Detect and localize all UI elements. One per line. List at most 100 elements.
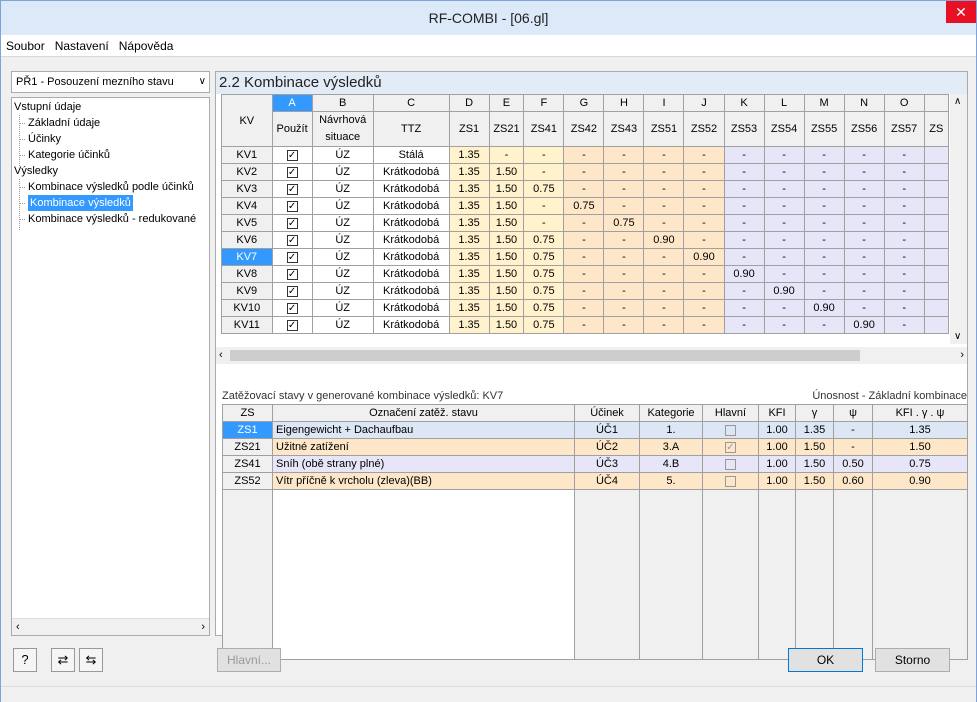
factor-cell[interactable]: - [603,248,645,266]
row-kv-label[interactable]: KV1 [221,146,273,164]
row-kv-label[interactable]: KV2 [221,163,273,181]
factor-cell[interactable]: - [883,146,925,164]
factor-cell[interactable]: - [683,180,725,198]
pouzit-checkbox[interactable]: ✓ [271,231,313,249]
pouzit-checkbox[interactable]: ✓ [271,282,313,300]
factor-cell[interactable]: - [683,282,725,300]
factor-cell[interactable]: - [883,214,925,232]
tree-item-vysledky[interactable]: Výsledky [14,163,58,179]
grid-vscrollbar[interactable]: ∧ ∨ [950,94,967,344]
col-letter-a[interactable]: A [271,94,313,112]
hlavni-checkbox[interactable] [702,421,759,439]
loadcase-row[interactable]: ZS1 Eigengewicht + Dachaufbau ÚČ1 1. 1.00 1.3… [222,421,968,439]
row-kv-label[interactable]: KV6 [221,231,273,249]
grid-row[interactable]: KV6 ✓ ÚZ Krátkodobá 1.35 1.50 0.75- -0.90- - - - - - [221,231,950,249]
factor-cell[interactable]: - [763,146,805,164]
factor-cell[interactable]: - [883,197,925,215]
factor-cell[interactable]: 1.35 [448,214,490,232]
factor-cell[interactable]: - [563,146,605,164]
col-letter-l[interactable]: L [763,94,805,112]
factor-cell[interactable]: 0.90 [803,299,845,317]
factor-cell[interactable]: - [563,180,605,198]
ttz-cell[interactable]: Krátkodobá [372,180,450,198]
factor-cell[interactable] [923,316,950,334]
factor-cell[interactable]: 0.90 [843,316,885,334]
factor-cell[interactable]: - [723,180,765,198]
factor-cell[interactable]: 0.75 [523,248,565,266]
tree-item-kategorie[interactable]: Kategorie účinků [28,147,110,163]
scroll-thumb[interactable] [230,350,860,361]
factor-cell[interactable]: 0.90 [683,248,725,266]
factor-cell[interactable]: - [723,197,765,215]
pouzit-checkbox[interactable]: ✓ [271,163,313,181]
export-button[interactable]: ⇄ [51,648,75,672]
factor-cell[interactable]: 1.50 [488,231,525,249]
col-letter-f[interactable]: F [523,94,565,112]
factor-cell[interactable]: - [723,248,765,266]
factor-cell[interactable]: 1.50 [488,180,525,198]
factor-cell[interactable]: - [643,163,685,181]
grid-row[interactable]: KV9 ✓ ÚZ Krátkodobá 1.35 1.50 0.75- - - - -0.90- - - [221,282,950,300]
tree-item-ucinky[interactable]: Účinky [28,131,61,147]
loadcase-id[interactable]: ZS21 [222,438,273,456]
factor-cell[interactable]: - [683,265,725,283]
navrhova-situace-cell[interactable]: ÚZ [311,299,374,317]
grid-row[interactable]: KV11 ✓ ÚZ Krátkodobá 1.35 1.50 0.75- - - - - - -0.90… [221,316,950,334]
navrhova-situace-cell[interactable]: ÚZ [311,146,374,164]
factor-cell[interactable]: 1.35 [448,248,490,266]
factor-cell[interactable]: - [643,180,685,198]
factor-cell[interactable]: - [643,265,685,283]
factor-cell[interactable]: - [723,163,765,181]
factor-cell[interactable]: - [763,197,805,215]
factor-cell[interactable]: 1.50 [488,214,525,232]
pouzit-checkbox[interactable]: ✓ [271,214,313,232]
loadcase-row[interactable]: ZS41 Sníh (obě strany plné) ÚČ3 4.B 1.00 1.50… [222,455,968,473]
factor-cell[interactable]: 0.75 [523,231,565,249]
factor-cell[interactable]: - [763,265,805,283]
grid-row[interactable]: KV3 ✓ ÚZ Krátkodobá 1.35 1.50 0.75- - - - - - - - - [221,180,950,198]
factor-cell[interactable]: - [723,231,765,249]
factor-cell[interactable]: 1.35 [448,316,490,334]
factor-cell[interactable]: - [603,316,645,334]
navrhova-situace-cell[interactable]: ÚZ [311,265,374,283]
navrhova-situace-cell[interactable]: ÚZ [311,214,374,232]
factor-cell[interactable]: - [523,214,565,232]
scroll-left-icon[interactable]: ‹ [219,349,223,361]
row-kv-label[interactable]: KV9 [221,282,273,300]
scroll-left-icon[interactable]: ‹ [16,619,20,635]
factor-cell[interactable]: - [523,163,565,181]
col-letter-h[interactable]: H [603,94,645,112]
col-letter-n[interactable]: N [843,94,885,112]
factor-cell[interactable]: - [883,316,925,334]
menu-nastaveni[interactable]: Nastavení [50,35,114,57]
factor-cell[interactable] [923,214,950,232]
factor-cell[interactable]: 1.35 [448,299,490,317]
factor-cell[interactable]: - [488,146,525,164]
pouzit-checkbox[interactable]: ✓ [271,265,313,283]
ttz-cell[interactable]: Krátkodobá [372,248,450,266]
factor-cell[interactable]: - [563,248,605,266]
navrhova-situace-cell[interactable]: ÚZ [311,316,374,334]
ok-button[interactable]: OK [788,648,863,672]
ttz-cell[interactable]: Krátkodobá [372,299,450,317]
factor-cell[interactable]: - [803,316,845,334]
navrhova-situace-cell[interactable]: ÚZ [311,282,374,300]
factor-cell[interactable]: - [883,163,925,181]
factor-cell[interactable]: 1.35 [448,197,490,215]
factor-cell[interactable]: 1.50 [488,299,525,317]
factor-cell[interactable]: - [803,180,845,198]
row-kv-label[interactable]: KV11 [221,316,273,334]
grid-row[interactable]: KV1 ✓ ÚZ Stálá 1.35- - - - - - - - - - - [221,146,950,164]
loadcase-row[interactable]: ZS21 Užitné zatížení ÚČ2 3.A ✓ 1.00 1.50-1.50 [222,438,968,456]
loadcase-row[interactable]: ZS52 Vítr příčně k vrcholu (zleva)(BB) ÚČ4… [222,472,968,490]
factor-cell[interactable]: - [643,316,685,334]
row-kv-label[interactable]: KV10 [221,299,273,317]
pouzit-checkbox[interactable]: ✓ [271,197,313,215]
col-letter-i[interactable]: I [643,94,685,112]
factor-cell[interactable]: - [803,282,845,300]
navrhova-situace-cell[interactable]: ÚZ [311,231,374,249]
grid-row[interactable]: KV10 ✓ ÚZ Krátkodobá 1.35 1.50 0.75- - - - - -0.90-… [221,299,950,317]
grid-row[interactable]: KV5 ✓ ÚZ Krátkodobá 1.35 1.50- -0.75- - - - - - - [221,214,950,232]
factor-cell[interactable]: - [563,214,605,232]
factor-cell[interactable]: - [883,180,925,198]
